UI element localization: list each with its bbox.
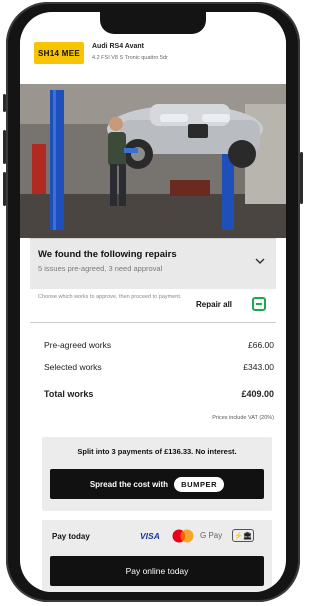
garage-photo — [20, 84, 286, 238]
price-label: Selected works — [44, 362, 102, 372]
garage-photo-illustration — [20, 84, 286, 238]
pay-online-button[interactable]: Pay online today — [50, 556, 264, 586]
vehicle-header: SH14 MEE Audi RS4 Avant 4.2 FSI V8 S Tro… — [20, 34, 286, 74]
chevron-down-icon[interactable] — [254, 255, 266, 267]
power-button — [300, 152, 303, 204]
approve-hint: Choose which works to approve, then proc… — [38, 294, 182, 300]
repairs-subtitle: 5 issues pre-agreed, 3 need approval — [38, 264, 163, 273]
bumper-logo: BUMPER — [174, 476, 225, 492]
side-button — [3, 94, 6, 112]
vehicle-name: Audi RS4 Avant — [92, 43, 144, 50]
approve-row: Choose which works to approve, then proc… — [30, 288, 276, 323]
phone-screen: SH14 MEE Audi RS4 Avant 4.2 FSI V8 S Tro… — [20, 12, 286, 592]
visa-icon: VISA — [140, 531, 160, 541]
vat-note: Prices include VAT (20%) — [212, 415, 274, 421]
split-text: Split into 3 payments of £136.33. No int… — [77, 447, 237, 456]
number-plate: SH14 MEE — [34, 42, 84, 64]
repairs-accordion[interactable]: We found the following repairs 5 issues … — [30, 238, 276, 289]
pay-today-label: Pay today — [52, 532, 90, 541]
notch — [100, 12, 206, 34]
price-label: Pre-agreed works — [44, 340, 112, 350]
spread-cost-label: Spread the cost with — [89, 479, 169, 489]
repair-all-label: Repair all — [196, 300, 233, 309]
volume-up-button — [3, 130, 6, 164]
open-banking-icon: ⚡🏛 — [232, 529, 254, 542]
price-value: £66.00 — [248, 340, 274, 350]
price-row-selected: Selected works £343.00 — [44, 362, 274, 372]
volume-down-button — [3, 172, 6, 206]
repair-all-toggle[interactable] — [252, 297, 266, 311]
price-row-total: Total works £409.00 — [44, 389, 274, 399]
repairs-title: We found the following repairs — [38, 249, 177, 260]
total-label: Total works — [44, 389, 94, 399]
phone-frame: SH14 MEE Audi RS4 Avant 4.2 FSI V8 S Tro… — [3, 2, 303, 602]
vehicle-spec: 4.2 FSI V8 S Tronic quattro 5dr — [92, 55, 168, 61]
price-value: £343.00 — [243, 362, 274, 372]
spread-cost-button[interactable]: Spread the cost with BUMPER — [50, 469, 264, 499]
google-pay-icon: G Pay — [200, 531, 223, 540]
split-payment-box: Split into 3 payments of £136.33. No int… — [42, 437, 272, 511]
pay-today-box: Pay today VISA G Pay ⚡🏛 Pay online today — [42, 520, 272, 592]
mastercard-icon — [172, 529, 194, 543]
price-row-preagreed: Pre-agreed works £66.00 — [44, 340, 274, 350]
total-value: £409.00 — [241, 389, 274, 399]
